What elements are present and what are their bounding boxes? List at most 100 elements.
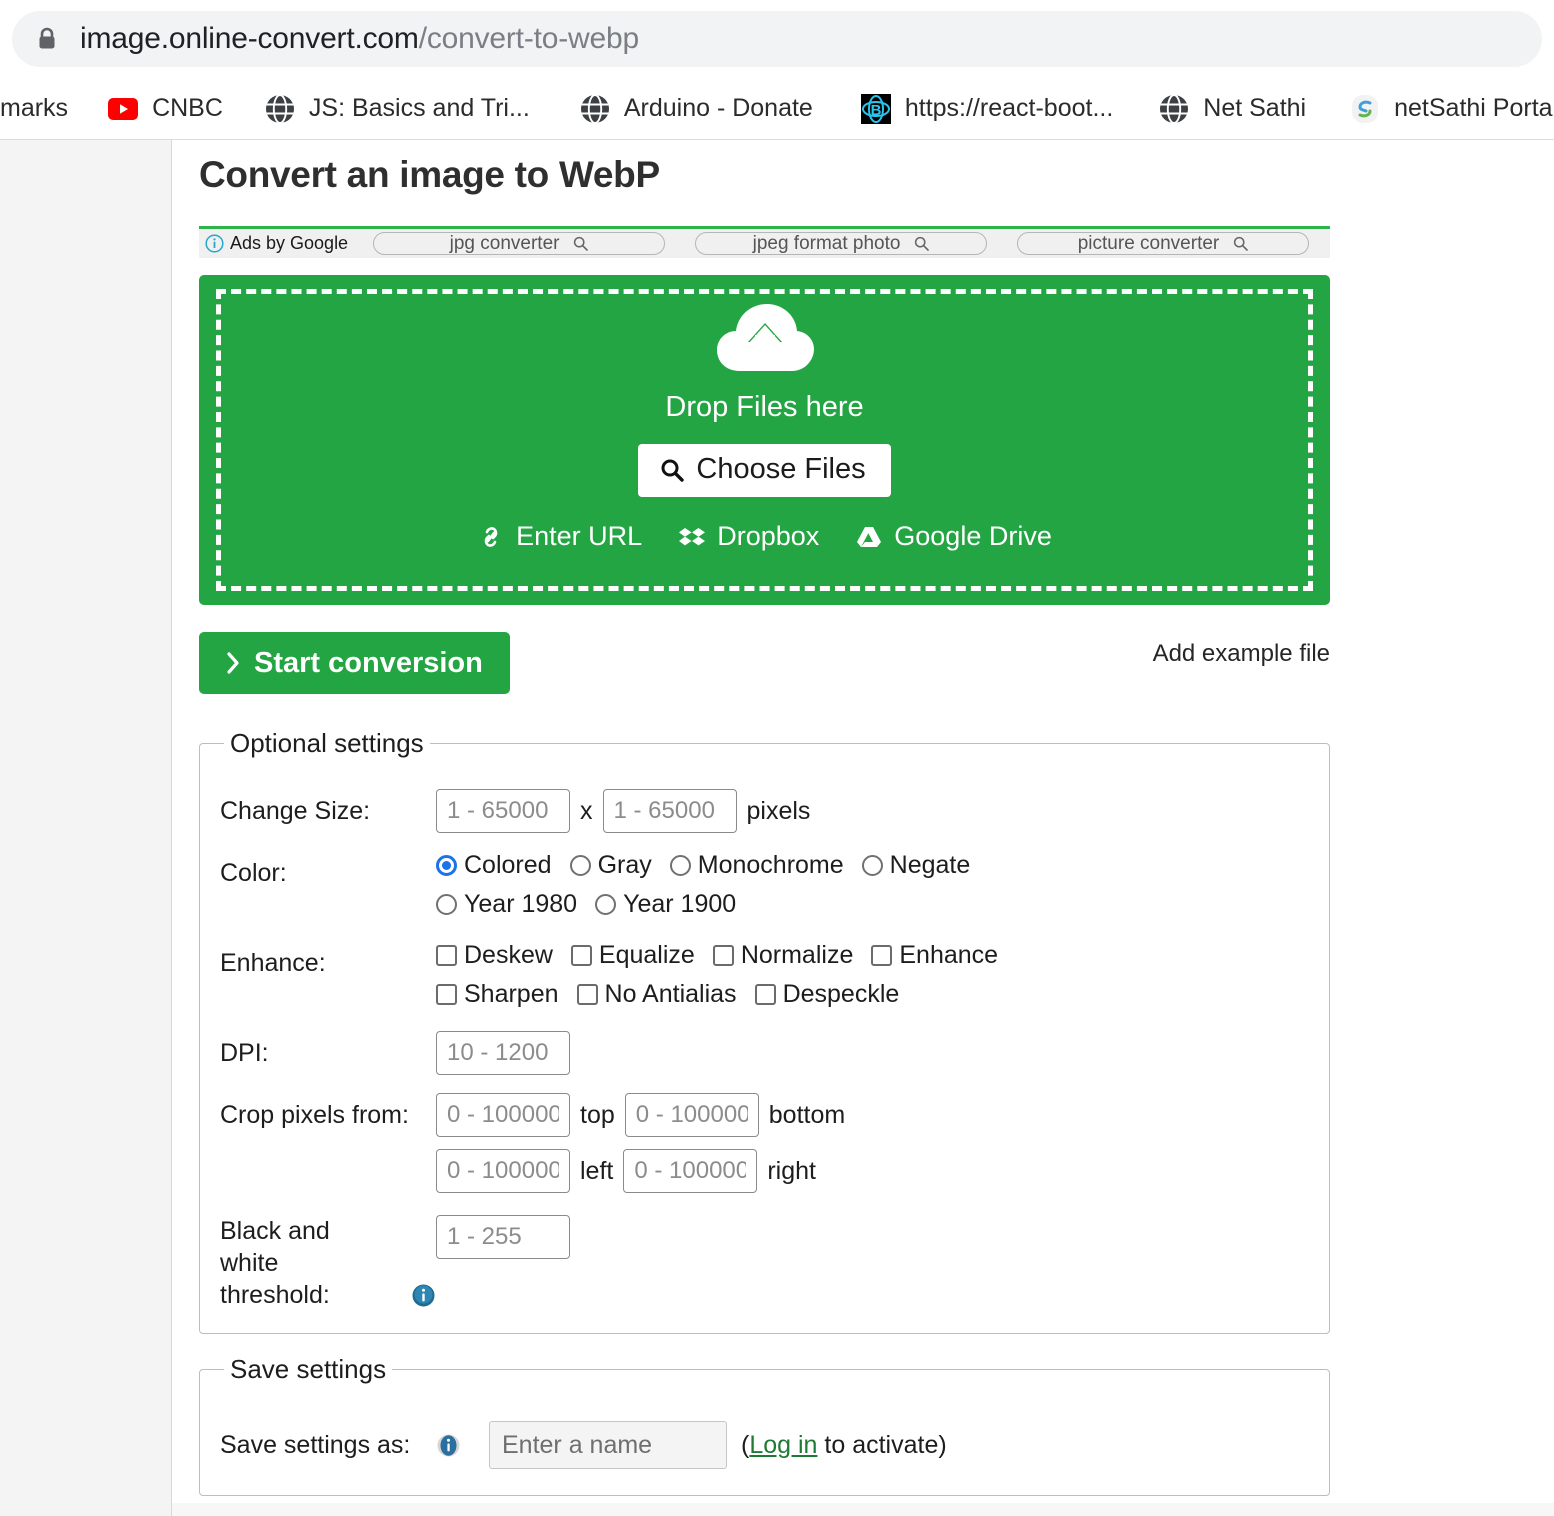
bottom-strip [172,1503,1554,1516]
lock-icon[interactable] [36,27,58,51]
checkbox-enhance[interactable]: Enhance [871,941,998,970]
bookmark-label: JS: Basics and Tri... [308,94,530,122]
checkbox-no-antialias-indicator [576,984,598,1005]
bw-threshold-label-wrap: Black and white threshold: [220,1215,436,1311]
bookmark-label: CNBC [152,94,223,122]
radio-monochrome-indicator [669,855,691,876]
chevron-right-icon [226,651,241,675]
dpi-row: DPI: [220,1031,1309,1075]
google-drive-link[interactable]: Google Drive [855,521,1052,552]
bookmark-item-marks[interactable]: marks [0,87,78,131]
checkbox-equalize-label: Equalize [598,941,695,969]
checkbox-sharpen[interactable]: Sharpen [436,980,559,1009]
choose-files-label: Choose Files [696,453,866,485]
netsathi-icon [1350,94,1380,124]
left-rail [0,140,172,1516]
bw-threshold-label: Black and white threshold: [220,1215,393,1311]
dpi-input[interactable] [436,1031,570,1075]
save-settings-label: Save settings as: [220,1430,411,1459]
bookmark-label: https://react-boot... [904,94,1114,122]
add-example-file-link[interactable]: Add example file [1153,640,1330,668]
bookmark-item-js-basics[interactable]: JS: Basics and Tri... [255,87,540,131]
dropbox-label: Dropbox [717,521,820,551]
login-link[interactable]: Log in [749,1431,817,1459]
bookmark-item-cnbc[interactable]: CNBC [98,87,233,131]
globe-icon [265,93,295,124]
address-bar[interactable]: image.online-convert.com/convert-to-webp [12,11,1542,67]
radio-monochrome-label: Monochrome [697,851,844,879]
radio-colored[interactable]: Colored [436,851,552,880]
color-options-row2: Year 1980 Year 1900 [436,890,1309,923]
checkbox-normalize[interactable]: Normalize [712,941,853,970]
checkbox-deskew[interactable]: Deskew [436,941,553,970]
checkbox-no-antialias[interactable]: No Antialias [576,980,737,1009]
color-row: Color: Colored Gray Monochrome Negate Ye… [220,851,1309,923]
radio-negate[interactable]: Negate [861,851,970,880]
url-text: image.online-convert.com/convert-to-webp [80,22,639,56]
crop-left-input[interactable] [436,1149,570,1193]
change-size-separator: x [580,796,593,825]
globe-icon [1159,93,1189,124]
start-conversion-button-top[interactable]: Start conversion [199,632,510,694]
crop-bottom-input[interactable] [624,1093,759,1137]
ad-chip-picture-converter[interactable]: picture converter [1017,232,1309,255]
ad-chip-text: picture converter [1077,232,1220,254]
radio-gray[interactable]: Gray [569,851,652,880]
radio-gray-indicator [569,855,591,876]
change-size-unit: pixels [746,796,811,825]
bookmark-item-net-sathi[interactable]: Net Sathi [1149,87,1316,131]
checkbox-despeckle-label: Despeckle [782,980,900,1008]
crop-right-input[interactable] [623,1149,758,1193]
bw-threshold-label-line2: threshold: [220,1281,330,1309]
bw-threshold-input[interactable] [436,1215,570,1259]
checkbox-deskew-label: Deskew [464,941,553,969]
enhance-options-row1: Deskew Equalize Normalize Enhance [436,941,1309,974]
checkbox-normalize-indicator [712,945,734,966]
radio-year-1980[interactable]: Year 1980 [436,890,577,919]
change-size-width-input[interactable] [436,789,570,833]
radio-year-1980-indicator [436,894,457,915]
change-size-height-input[interactable] [602,789,737,833]
login-note-rest: to activate) [817,1430,947,1459]
main-content: Convert an image to WebP Ads by Google j… [172,140,1554,1516]
crop-label: Crop pixels from: [220,1101,409,1129]
radio-year-1980-label: Year 1980 [464,890,578,918]
bw-threshold-label-line1: Black and white [220,1217,330,1277]
checkbox-equalize[interactable]: Equalize [570,941,695,970]
checkbox-deskew-indicator [436,945,457,966]
ad-chip-jpg-converter[interactable]: jpg converter [373,232,666,255]
save-settings-name-input[interactable] [489,1421,727,1469]
bookmark-label: Net Sathi [1203,94,1307,122]
save-settings-legend: Save settings [230,1354,387,1384]
bookmark-item-arduino-donate[interactable]: Arduino - Donate [570,87,823,131]
choose-files-button[interactable]: Choose Files [638,444,891,497]
ad-chip-jpeg-format-photo[interactable]: jpeg format photo [695,232,988,255]
page-title: Convert an image to WebP [199,154,660,195]
crop-top-input[interactable] [436,1093,570,1137]
bookmarks-bar: marks CNBC JS: Basics and Tri... Arduino… [0,78,1554,140]
enhance-label: Enhance: [220,949,326,977]
radio-colored-indicator [436,855,457,876]
radio-monochrome[interactable]: Monochrome [669,851,844,880]
radio-year-1900[interactable]: Year 1900 [595,890,736,919]
bookmark-item-react-bootstrap[interactable]: B https://react-boot... [851,87,1123,131]
checkbox-despeckle[interactable]: Despeckle [754,980,900,1009]
info-circle-icon[interactable] [411,1283,436,1308]
url-host: image.online-convert.com [80,22,419,55]
radio-negate-indicator [861,855,883,876]
file-dropzone[interactable]: Drop Files here Choose Files Enter URL D… [199,275,1330,605]
info-circle-icon [205,234,224,253]
enhance-options-row2: Sharpen No Antialias Despeckle [436,980,1309,1013]
info-circle-icon[interactable] [436,1433,461,1458]
checkbox-enhance-label: Enhance [899,941,999,969]
dropbox-icon [678,525,706,549]
dropbox-link[interactable]: Dropbox [678,521,819,552]
crop-right-unit: right [767,1156,816,1185]
dropzone-content: Drop Files here Choose Files Enter URL D… [199,275,1330,605]
change-size-label: Change Size: [220,797,371,825]
bw-threshold-row: Black and white threshold: [220,1215,1309,1311]
save-settings-row: Save settings as: (Log in to activate) [220,1421,1309,1469]
bookmark-item-netsathi-portal[interactable]: netSathi Portal [1340,87,1554,131]
enter-url-link[interactable]: Enter URL [477,521,642,552]
browser-chrome: image.online-convert.com/convert-to-webp… [0,0,1554,140]
